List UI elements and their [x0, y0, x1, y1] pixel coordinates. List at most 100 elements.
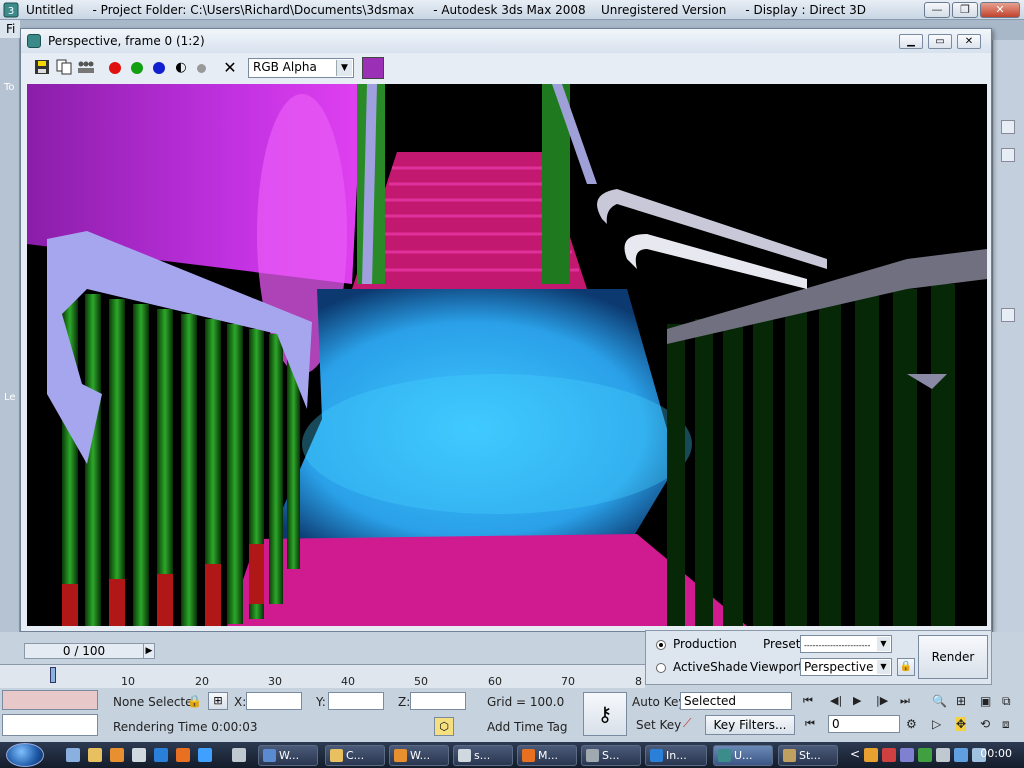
channel-display-select[interactable]: RGB Alpha ▼: [248, 58, 354, 78]
command-panel-tab[interactable]: [1001, 308, 1015, 322]
alpha-channel-icon[interactable]: ◐: [172, 59, 190, 77]
absolute-mode-icon[interactable]: ⊞: [208, 692, 228, 710]
main-window-controls: — ❐ ✕: [924, 2, 1020, 18]
tray-expand-chevron[interactable]: <: [850, 747, 860, 761]
taskbar-button[interactable]: In...: [645, 745, 707, 766]
key-filters-button[interactable]: Key Filters...: [705, 715, 795, 735]
menu-file-stub[interactable]: Fi: [0, 20, 20, 38]
quick-launch-expand-icon[interactable]: [232, 748, 246, 762]
clock[interactable]: 00:00: [980, 747, 1012, 760]
maxscript-input[interactable]: [2, 714, 98, 736]
previous-frame-icon[interactable]: ◀|: [830, 694, 842, 707]
x-coordinate-field[interactable]: [246, 692, 302, 710]
explorer-icon[interactable]: [88, 748, 102, 762]
orbit-icon[interactable]: ⟲: [980, 717, 990, 731]
current-frame-field[interactable]: 0: [828, 715, 900, 733]
top-viewport-label[interactable]: To: [4, 82, 15, 93]
show-desktop-icon[interactable]: [66, 748, 80, 762]
color-swatch[interactable]: [362, 57, 384, 79]
taskbar-button-active[interactable]: U...: [713, 745, 773, 766]
time-slider-next-icon[interactable]: ▶: [143, 643, 155, 659]
time-config-icon[interactable]: ⚙: [906, 717, 917, 731]
goto-end-icon[interactable]: ⏭: [900, 694, 910, 708]
monochrome-icon[interactable]: [197, 64, 206, 73]
ruler-tick-label: 10: [121, 675, 135, 688]
goto-start-icon[interactable]: ⏮: [803, 694, 813, 708]
zoom-icon[interactable]: 🔍: [932, 694, 947, 708]
copy-image-icon[interactable]: [55, 59, 73, 77]
frame-titlebar: Perspective, frame 0 (1:2) ▁ ▭ ✕: [21, 29, 991, 53]
production-radio[interactable]: [656, 640, 666, 650]
ruler-tick-label: 40: [341, 675, 355, 688]
frame-maximize-button[interactable]: ▭: [928, 34, 952, 49]
z-coordinate-field[interactable]: [410, 692, 466, 710]
close-button[interactable]: ✕: [980, 2, 1020, 18]
command-panel-tab[interactable]: [1001, 120, 1015, 134]
start-button[interactable]: [6, 743, 44, 767]
zoom-extents-all-icon[interactable]: ⧉: [1002, 694, 1011, 709]
production-label: Production: [673, 637, 737, 651]
time-slider-position[interactable]: [50, 667, 56, 683]
auto-key-button[interactable]: Auto Key: [632, 695, 685, 709]
left-viewport-strip: To Le: [0, 38, 20, 658]
zoom-extents-icon[interactable]: ▣: [980, 694, 991, 708]
preset-select[interactable]: ----------------------- ▼: [800, 635, 892, 653]
quick-launch-icon[interactable]: [132, 748, 146, 762]
minimize-button[interactable]: —: [924, 2, 950, 18]
maximize-viewport-icon[interactable]: ⧈: [1002, 717, 1010, 732]
set-key-button[interactable]: Set Key: [636, 718, 681, 732]
network-icon[interactable]: [954, 748, 968, 762]
key-selection-select[interactable]: Selected: [680, 692, 792, 710]
activeshade-radio[interactable]: [656, 663, 666, 673]
taskbar-button[interactable]: M...: [517, 745, 577, 766]
tray-app-icon[interactable]: [918, 748, 932, 762]
tray-app-icon[interactable]: [900, 748, 914, 762]
taskbar-button[interactable]: C...: [325, 745, 385, 766]
key-mode-icon[interactable]: ⏮: [805, 717, 815, 731]
field-of-view-icon[interactable]: ▷: [932, 717, 941, 731]
firefox-icon[interactable]: [176, 748, 190, 762]
green-channel-icon[interactable]: [131, 62, 143, 74]
svg-text:3: 3: [8, 6, 14, 17]
frame-minimize-button[interactable]: ▁: [899, 34, 923, 49]
tray-app-icon[interactable]: [882, 748, 896, 762]
command-panel-tab[interactable]: [1001, 148, 1015, 162]
viewport-select[interactable]: Perspective ▼: [800, 658, 892, 676]
selection-lock-icon[interactable]: 🔒: [187, 694, 202, 708]
taskbar-button[interactable]: s...: [453, 745, 513, 766]
blue-channel-icon[interactable]: [153, 62, 165, 74]
add-time-tag[interactable]: Add Time Tag: [487, 720, 568, 734]
zoom-all-icon[interactable]: ⊞: [956, 694, 966, 708]
clone-window-icon[interactable]: [77, 59, 95, 77]
tray-app-icon[interactable]: [936, 748, 950, 762]
save-image-icon[interactable]: [33, 59, 51, 77]
pan-icon[interactable]: ✥: [956, 717, 967, 731]
taskbar-button[interactable]: W...: [258, 745, 318, 766]
clear-icon[interactable]: ✕: [221, 59, 239, 77]
left-viewport-label[interactable]: Le: [4, 392, 16, 403]
lock-icon[interactable]: 🔒: [897, 658, 915, 676]
time-slider[interactable]: 0 / 100: [24, 643, 144, 659]
track-bar[interactable]: 10 20 30 40 50 60 70 8: [0, 664, 645, 688]
render-button[interactable]: Render: [918, 635, 988, 679]
tray-app-icon[interactable]: [864, 748, 878, 762]
red-channel-icon[interactable]: [109, 62, 121, 74]
maximize-button[interactable]: ❐: [952, 2, 978, 18]
internet-explorer-icon[interactable]: [154, 748, 168, 762]
frame-window-title: Perspective, frame 0 (1:2): [48, 34, 205, 48]
frame-close-button[interactable]: ✕: [957, 34, 981, 49]
y-coordinate-field[interactable]: [328, 692, 384, 710]
taskbar-button[interactable]: W...: [389, 745, 449, 766]
set-key-mode-icon[interactable]: ⚷: [583, 692, 627, 736]
3dsmax-app-icon[interactable]: 3: [3, 2, 19, 18]
taskbar-button[interactable]: S...: [581, 745, 641, 766]
next-frame-icon[interactable]: |▶: [876, 694, 888, 707]
maxscript-listener[interactable]: [2, 690, 98, 710]
search-icon[interactable]: [198, 748, 212, 762]
media-player-icon[interactable]: [110, 748, 124, 762]
curve-icon[interactable]: ⟋: [683, 716, 691, 731]
taskbar-button-label: M...: [538, 749, 558, 762]
taskbar-button[interactable]: St...: [778, 745, 838, 766]
time-tag-icon[interactable]: ⬡: [434, 717, 454, 736]
play-icon[interactable]: ▶: [853, 694, 861, 707]
